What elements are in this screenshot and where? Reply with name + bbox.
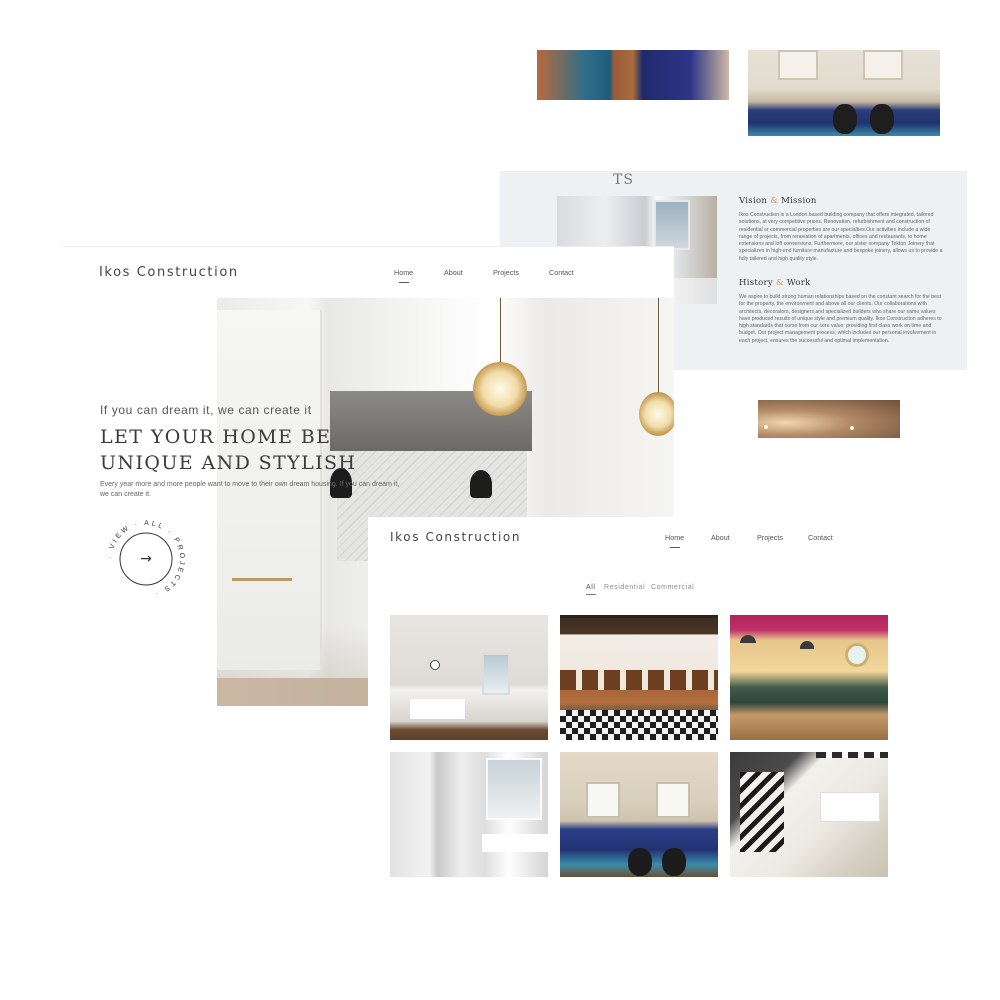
vision-mission-text: Ikos Construction is a London based buil… [739, 212, 943, 262]
gallery-photo-living-room[interactable] [748, 50, 940, 136]
arrow-right-icon: → [140, 551, 152, 567]
vision-mission-section: Vision & Mission Ikos Construction is a … [739, 196, 944, 263]
nav-projects-link[interactable]: Projects [493, 268, 519, 277]
filter-all[interactable]: All [586, 584, 596, 595]
project-tile-living-room[interactable] [560, 752, 718, 877]
history-work-text: We aspire to build strong human relation… [739, 294, 942, 344]
nav-projects-link[interactable]: Projects [757, 533, 783, 542]
gallery-photo-living-room-detail[interactable] [537, 50, 729, 100]
hero-title: LET YOUR HOME BE UNIQUE AND STYLISH [100, 426, 357, 474]
hero-title-overflow-fragment: TS [613, 172, 634, 188]
history-work-section: History & Work We aspire to build strong… [739, 278, 944, 345]
nav-home-link[interactable]: Home [665, 533, 684, 548]
filter-residential[interactable]: Residential [604, 584, 645, 591]
pendant-light-icon [639, 392, 674, 436]
nav-home-link[interactable]: Home [394, 268, 413, 283]
nav-about-link[interactable]: About [711, 533, 730, 542]
history-work-heading: History & Work [739, 278, 811, 288]
nav-contact-link[interactable]: Contact [808, 533, 833, 542]
projects-page-screenshot: Ikos Construction Home About Projects Co… [368, 517, 888, 897]
hero-description: Every year more and more people want to … [100, 481, 400, 498]
project-tile-bar-interior[interactable] [730, 615, 888, 740]
project-tile-bathroom[interactable] [390, 752, 548, 877]
view-all-projects-button[interactable]: · VIEW · ALL · PROJECTS · → [106, 519, 186, 599]
project-tile-restaurant[interactable] [560, 615, 718, 740]
nav-about-link[interactable]: About [444, 268, 463, 277]
pendant-light-icon [473, 362, 527, 416]
brand-logo[interactable]: Ikos Construction [390, 530, 521, 544]
nav-contact-link[interactable]: Contact [549, 268, 574, 277]
project-tile-staircase[interactable] [730, 752, 888, 877]
hero-tagline: If you can dream it, we can create it [100, 403, 312, 417]
home-nav-bar: Ikos Construction Home About Projects Co… [62, 247, 674, 297]
project-tile-kitchen[interactable] [390, 615, 548, 740]
vision-mission-heading: Vision & Mission [739, 196, 817, 206]
project-thumbnail-ceiling[interactable] [758, 400, 900, 438]
filter-commercial[interactable]: Commercial [651, 584, 694, 591]
brand-logo[interactable]: Ikos Construction [99, 265, 239, 280]
projects-nav-bar: Ikos Construction Home About Projects Co… [368, 517, 888, 567]
